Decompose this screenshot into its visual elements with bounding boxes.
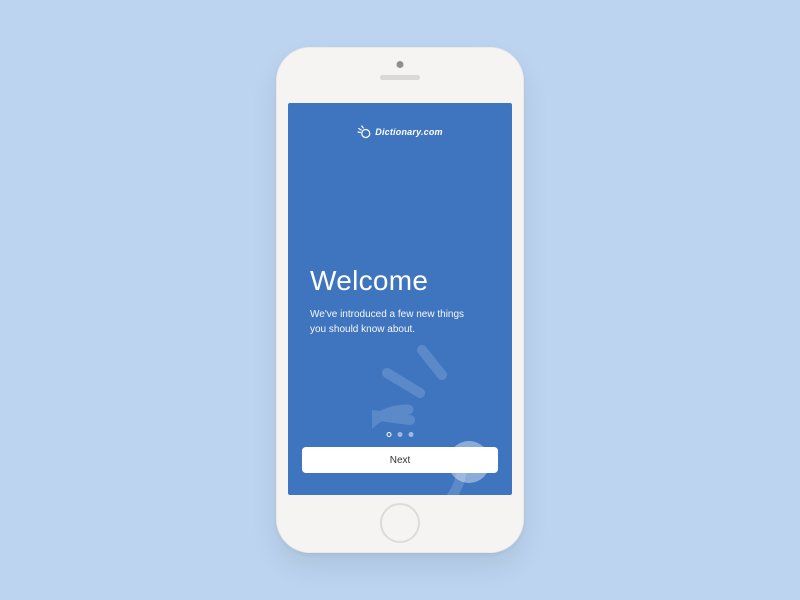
subtitle-line-2: you should know about. — [310, 324, 415, 335]
app-logo: Dictionary.com — [357, 125, 442, 139]
app-screen: Dictionary.com Welcome We've introduced … — [288, 103, 512, 495]
home-button[interactable] — [380, 503, 420, 543]
welcome-subtitle: We've introduced a few new things you sh… — [310, 307, 490, 337]
next-button-label: Next — [390, 455, 411, 466]
subtitle-line-1: We've introduced a few new things — [310, 309, 464, 320]
phone-frame: Dictionary.com Welcome We've introduced … — [276, 47, 524, 553]
page-dot-3[interactable] — [409, 432, 414, 437]
welcome-title: Welcome — [310, 265, 490, 297]
page-dot-2[interactable] — [398, 432, 403, 437]
phone-camera — [397, 61, 404, 68]
phone-speaker — [380, 75, 420, 80]
page-dot-1[interactable] — [387, 432, 392, 437]
logo-icon — [357, 125, 371, 139]
logo-text: Dictionary.com — [375, 127, 442, 137]
onboarding-content: Welcome We've introduced a few new thing… — [310, 265, 490, 337]
pagination-dots — [387, 432, 414, 437]
next-button[interactable]: Next — [302, 447, 498, 473]
